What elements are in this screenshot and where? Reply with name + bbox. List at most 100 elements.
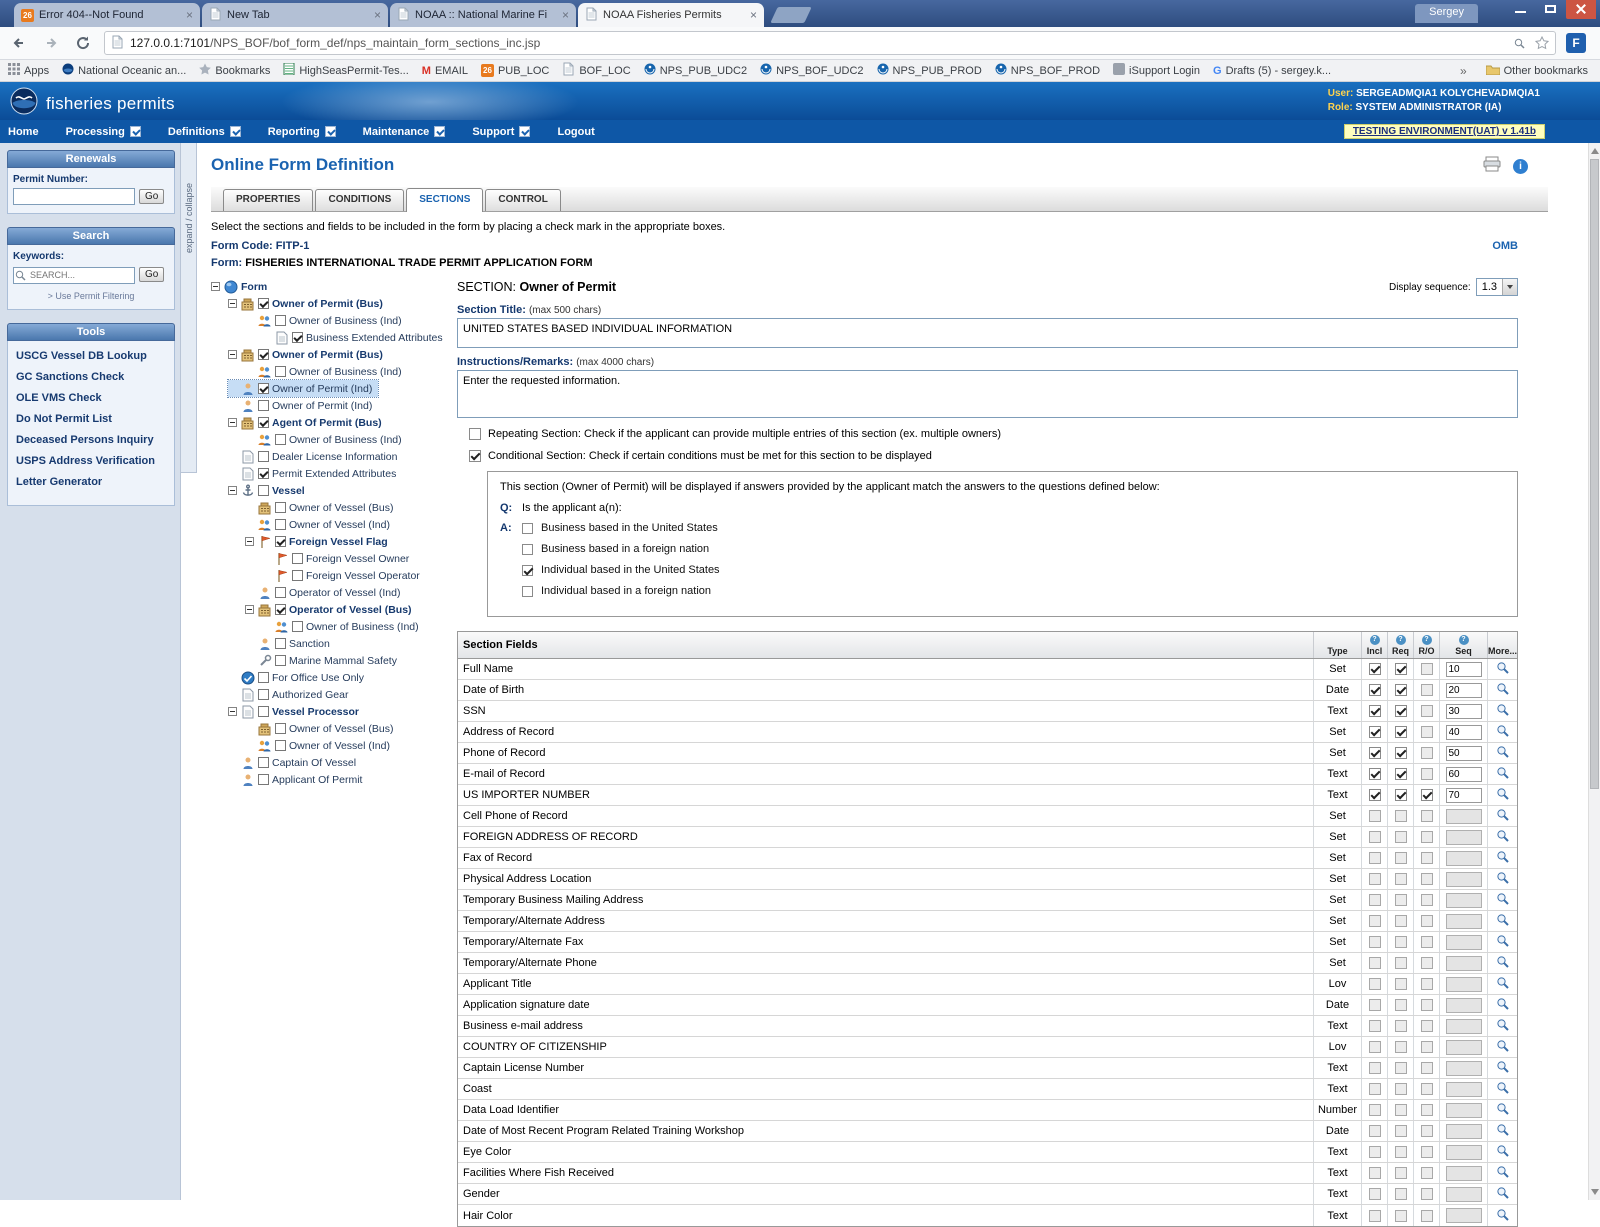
tree-item-checkbox[interactable] bbox=[258, 689, 269, 700]
magnifier-more-icon[interactable] bbox=[1496, 703, 1509, 719]
field-checkbox[interactable] bbox=[1421, 852, 1433, 864]
bookmark-item[interactable]: GDrafts (5) - sergey.k... bbox=[1213, 65, 1331, 77]
field-checkbox[interactable] bbox=[1421, 705, 1433, 717]
tree-item-checkbox[interactable] bbox=[275, 315, 286, 326]
magnifier-more-icon[interactable] bbox=[1496, 997, 1509, 1013]
window-maximize-button[interactable] bbox=[1536, 0, 1566, 19]
tab-close-icon[interactable] bbox=[374, 8, 381, 22]
field-checkbox[interactable] bbox=[1395, 1210, 1407, 1222]
tree-item[interactable]: Owner of Business (Ind) bbox=[245, 363, 408, 380]
seq-input[interactable] bbox=[1446, 1166, 1482, 1181]
bookmark-item[interactable]: HighSeasPermit-Tes... bbox=[283, 63, 408, 78]
seq-input[interactable] bbox=[1446, 893, 1482, 908]
field-checkbox[interactable] bbox=[1395, 1083, 1407, 1095]
collapse-icon[interactable] bbox=[228, 707, 237, 716]
magnifier-more-icon[interactable] bbox=[1496, 1208, 1509, 1224]
tree-item[interactable]: Foreign Vessel Flag bbox=[245, 533, 394, 550]
magnifier-more-icon[interactable] bbox=[1496, 808, 1509, 824]
tree-item-checkbox[interactable] bbox=[258, 706, 269, 717]
window-minimize-button[interactable] bbox=[1506, 0, 1536, 19]
tree-item-checkbox[interactable] bbox=[275, 587, 286, 598]
repeating-section-checkbox[interactable] bbox=[469, 428, 481, 440]
field-checkbox[interactable] bbox=[1395, 1020, 1407, 1032]
field-checkbox[interactable] bbox=[1421, 978, 1433, 990]
tree-item[interactable]: Operator of Vessel (Ind) bbox=[245, 584, 406, 601]
tree-item[interactable]: Owner of Permit (Ind) bbox=[228, 380, 378, 397]
field-checkbox[interactable] bbox=[1369, 1210, 1381, 1222]
omb-link[interactable]: OMB bbox=[1492, 240, 1518, 252]
seq-input[interactable] bbox=[1446, 851, 1482, 866]
tree-item[interactable]: Owner of Vessel (Ind) bbox=[245, 516, 396, 533]
browser-tab[interactable]: 26Error 404--Not Found bbox=[14, 3, 200, 27]
field-checkbox[interactable] bbox=[1369, 852, 1381, 864]
field-checkbox[interactable] bbox=[1395, 810, 1407, 822]
collapse-icon[interactable] bbox=[245, 605, 254, 614]
tree-item[interactable]: Business Extended Attributes bbox=[262, 329, 449, 346]
instructions-input[interactable]: Enter the requested information. bbox=[457, 370, 1518, 418]
page-scrollbar[interactable] bbox=[1588, 143, 1600, 1200]
seq-input[interactable] bbox=[1446, 977, 1482, 992]
bookmark-item[interactable]: 26PUB_LOC bbox=[481, 64, 549, 77]
field-checkbox[interactable] bbox=[1395, 915, 1407, 927]
seq-input[interactable] bbox=[1446, 872, 1482, 887]
tree-item-checkbox[interactable] bbox=[292, 332, 303, 343]
seq-input[interactable] bbox=[1446, 1082, 1482, 1097]
seq-input[interactable] bbox=[1446, 1124, 1482, 1139]
field-checkbox[interactable] bbox=[1421, 936, 1433, 948]
seq-input[interactable] bbox=[1446, 788, 1482, 803]
field-checkbox[interactable] bbox=[1369, 1167, 1381, 1179]
tree-item[interactable]: Owner of Vessel (Ind) bbox=[245, 737, 396, 754]
forward-button[interactable] bbox=[38, 30, 64, 56]
tab-conditions[interactable]: CONDITIONS bbox=[315, 189, 404, 211]
tree-item-checkbox[interactable] bbox=[275, 366, 286, 377]
back-button[interactable] bbox=[6, 30, 32, 56]
tool-link[interactable]: Do Not Permit List bbox=[16, 413, 167, 425]
magnifier-more-icon[interactable] bbox=[1496, 1018, 1509, 1034]
magnifier-more-icon[interactable] bbox=[1496, 829, 1509, 845]
field-checkbox[interactable] bbox=[1421, 999, 1433, 1011]
field-checkbox[interactable] bbox=[1421, 684, 1433, 696]
field-checkbox[interactable] bbox=[1369, 1083, 1381, 1095]
tab-close-icon[interactable] bbox=[562, 8, 569, 22]
tree-item[interactable]: Vessel bbox=[228, 482, 311, 499]
conditional-section-checkbox[interactable] bbox=[469, 450, 481, 462]
field-checkbox[interactable] bbox=[1369, 705, 1381, 717]
field-checkbox[interactable] bbox=[1369, 684, 1381, 696]
field-checkbox[interactable] bbox=[1369, 936, 1381, 948]
tool-link[interactable]: Deceased Persons Inquiry bbox=[16, 434, 167, 446]
magnifier-more-icon[interactable] bbox=[1496, 1144, 1509, 1160]
field-checkbox[interactable] bbox=[1369, 726, 1381, 738]
bookmark-star-icon[interactable] bbox=[1535, 36, 1549, 50]
tree-item-checkbox[interactable] bbox=[258, 400, 269, 411]
tree-item-checkbox[interactable] bbox=[258, 757, 269, 768]
collapse-icon[interactable] bbox=[228, 350, 237, 359]
refresh-button[interactable] bbox=[70, 30, 96, 56]
tree-item-checkbox[interactable] bbox=[275, 434, 286, 445]
field-checkbox[interactable] bbox=[1421, 789, 1433, 801]
nav-item-definitions[interactable]: Definitions bbox=[168, 126, 241, 138]
tree-item[interactable]: For Office Use Only bbox=[228, 669, 370, 686]
tree-item-checkbox[interactable] bbox=[258, 417, 269, 428]
seq-input[interactable] bbox=[1446, 1019, 1482, 1034]
tree-item[interactable]: Permit Extended Attributes bbox=[228, 465, 402, 482]
bookmark-item[interactable]: Apps bbox=[8, 63, 49, 78]
field-checkbox[interactable] bbox=[1369, 1020, 1381, 1032]
field-checkbox[interactable] bbox=[1369, 1062, 1381, 1074]
field-checkbox[interactable] bbox=[1369, 1125, 1381, 1137]
magnifier-more-icon[interactable] bbox=[1496, 1165, 1509, 1181]
field-checkbox[interactable] bbox=[1421, 1167, 1433, 1179]
help-icon[interactable] bbox=[1422, 635, 1432, 645]
bookmark-item[interactable]: NPS_BOF_PROD bbox=[995, 63, 1100, 78]
field-checkbox[interactable] bbox=[1421, 831, 1433, 843]
seq-input[interactable] bbox=[1446, 956, 1482, 971]
field-checkbox[interactable] bbox=[1395, 705, 1407, 717]
field-checkbox[interactable] bbox=[1421, 810, 1433, 822]
address-bar[interactable]: 127.0.0.1:7101/NPS_BOF/bof_form_def/nps_… bbox=[104, 31, 1556, 55]
field-checkbox[interactable] bbox=[1369, 789, 1381, 801]
tree-root[interactable]: Form bbox=[211, 278, 273, 295]
tree-item[interactable]: Owner of Business (Ind) bbox=[245, 312, 408, 329]
tree-item[interactable]: Owner of Business (Ind) bbox=[262, 618, 425, 635]
tab-control[interactable]: CONTROL bbox=[485, 189, 560, 211]
permit-number-input[interactable] bbox=[13, 188, 135, 205]
tree-item-checkbox[interactable] bbox=[292, 553, 303, 564]
